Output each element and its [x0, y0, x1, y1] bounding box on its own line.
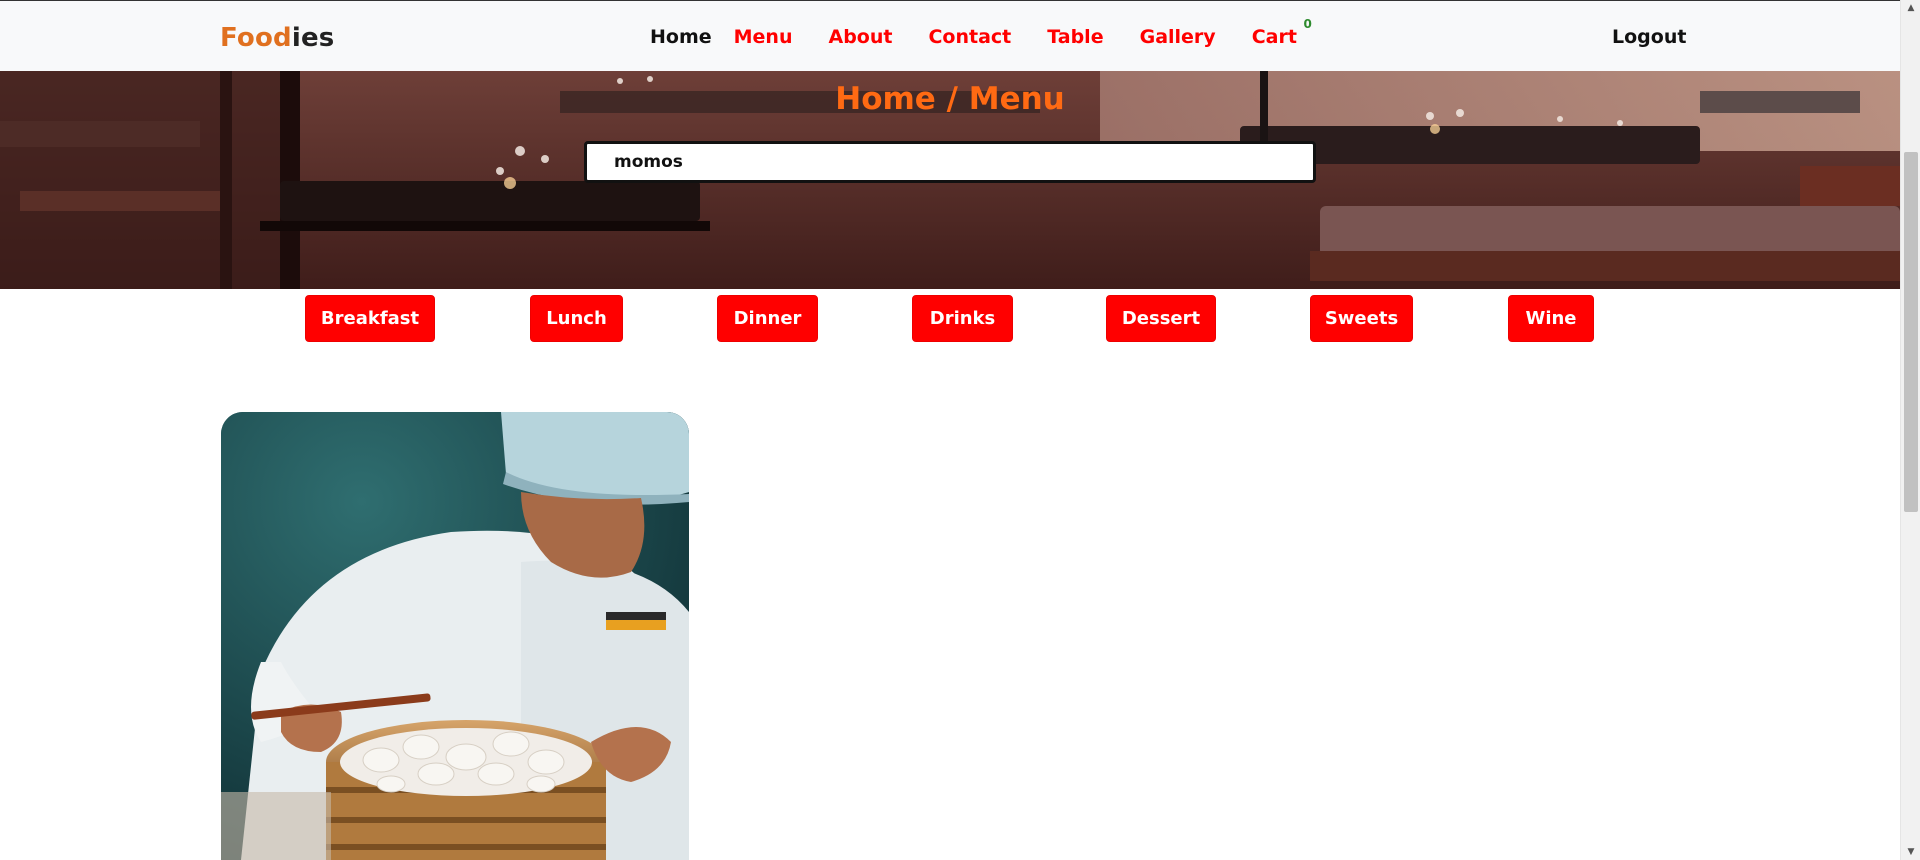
- brand-logo[interactable]: Foodies: [220, 23, 334, 53]
- scroll-up-arrow-icon[interactable]: ▲: [1905, 2, 1917, 14]
- category-filter-bar: Breakfast Lunch Dinner Drinks Dessert Sw…: [0, 295, 1900, 343]
- category-lunch-button[interactable]: Lunch: [530, 295, 623, 342]
- scroll-down-arrow-icon[interactable]: ▼: [1905, 846, 1917, 858]
- brand-part-1: Food: [220, 23, 292, 53]
- chef-making-momos-image: [221, 412, 689, 860]
- nav-home-link[interactable]: Home: [650, 26, 712, 48]
- nav-links: Home Menu About Contact Table Gallery Ca…: [650, 17, 1333, 48]
- cart-count-badge: 0: [1303, 17, 1312, 31]
- brand-part-2: ies: [291, 23, 335, 53]
- nav-menu-link[interactable]: Menu: [734, 26, 793, 48]
- nav-about-link[interactable]: About: [829, 26, 893, 48]
- scroll-thumb[interactable]: [1904, 152, 1918, 512]
- nav-gallery-link[interactable]: Gallery: [1140, 26, 1216, 48]
- menu-search-input[interactable]: [584, 141, 1316, 183]
- category-dinner-button[interactable]: Dinner: [717, 295, 818, 342]
- category-breakfast-button[interactable]: Breakfast: [305, 295, 435, 342]
- page-scrollbar[interactable]: ▲ ▼: [1900, 0, 1920, 860]
- category-sweets-button[interactable]: Sweets: [1310, 295, 1413, 342]
- menu-item-card[interactable]: [221, 412, 689, 860]
- nav-table-link[interactable]: Table: [1047, 26, 1103, 48]
- category-drinks-button[interactable]: Drinks: [912, 295, 1013, 342]
- page-breadcrumb: Home / Menu: [835, 81, 1065, 117]
- category-dessert-button[interactable]: Dessert: [1106, 295, 1216, 342]
- navbar: Foodies Home Menu About Contact Table Ga…: [0, 0, 1900, 71]
- nav-cart-label: Cart: [1251, 26, 1297, 48]
- logout-link[interactable]: Logout: [1612, 26, 1686, 48]
- nav-contact-link[interactable]: Contact: [928, 26, 1011, 48]
- hero-banner: Home / Menu: [0, 71, 1900, 289]
- category-wine-button[interactable]: Wine: [1508, 295, 1594, 342]
- nav-cart-link[interactable]: Cart 0: [1251, 17, 1312, 48]
